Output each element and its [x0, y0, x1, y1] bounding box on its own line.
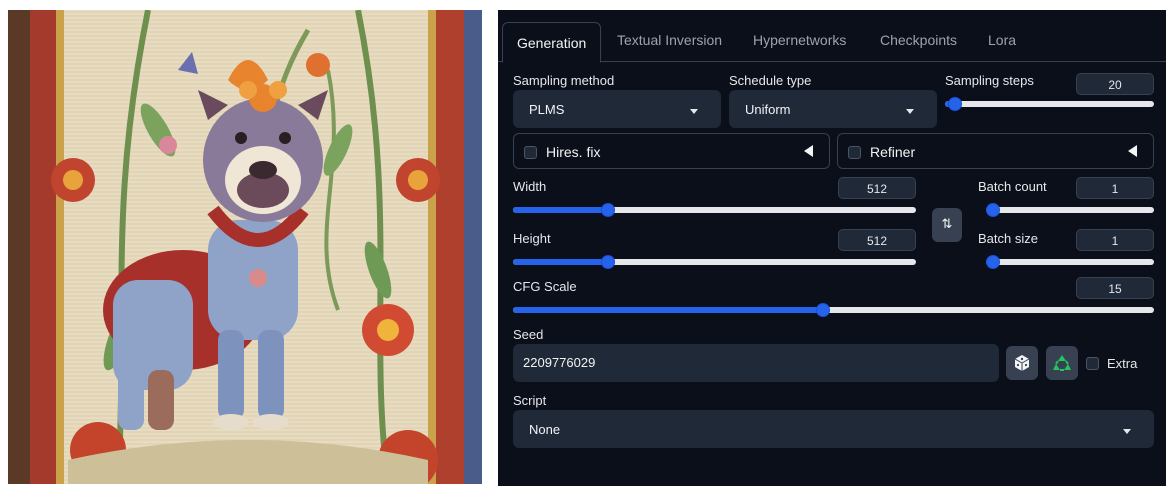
refiner-checkbox[interactable] [848, 146, 861, 159]
slider-fill [513, 207, 608, 213]
width-slider[interactable] [513, 203, 916, 217]
slider-track [945, 101, 1154, 107]
sampling-steps-label: Sampling steps [945, 73, 1034, 88]
cfg-scale-slider[interactable] [513, 303, 1154, 317]
cfg-scale-label: CFG Scale [513, 279, 577, 294]
reuse-seed-button[interactable] [1046, 346, 1078, 380]
collapse-arrow-icon[interactable] [804, 145, 813, 157]
hires-fix-accordion[interactable]: Hires. fix [513, 133, 830, 169]
schedule-type-value: Uniform [745, 102, 791, 117]
collapse-arrow-icon[interactable] [1128, 145, 1137, 157]
chevron-down-icon [690, 109, 698, 114]
tab-textual-inversion[interactable]: Textual Inversion [617, 32, 722, 48]
width-input[interactable]: 512 [838, 177, 916, 199]
height-input[interactable]: 512 [838, 229, 916, 251]
sampling-method-dropdown[interactable]: PLMS [513, 90, 721, 128]
tab-lora[interactable]: Lora [988, 32, 1016, 48]
chevron-down-icon [1123, 429, 1131, 434]
batch-count-label: Batch count [978, 179, 1047, 194]
hires-fix-checkbox[interactable] [524, 146, 537, 159]
extra-checkbox[interactable] [1086, 357, 1099, 370]
recycle-icon [1053, 355, 1071, 371]
tab-generation[interactable]: Generation [502, 22, 602, 63]
dice-icon [1014, 355, 1030, 371]
sampling-steps-slider[interactable] [945, 97, 1154, 111]
slider-fill [513, 307, 823, 313]
slider-fill [513, 259, 608, 265]
tab-hypernetworks[interactable]: Hypernetworks [753, 32, 846, 48]
script-value: None [529, 422, 561, 437]
tab-bar: Generation Textual Inversion Hypernetwor… [498, 10, 1166, 63]
generation-panel: Generation Textual Inversion Hypernetwor… [498, 10, 1166, 486]
swap-dimensions-button[interactable]: ⇅ [932, 208, 962, 242]
sampling-method-label: Sampling method [513, 73, 615, 88]
sampling-method-value: PLMS [529, 102, 565, 117]
tapestry-bulldog-image [8, 10, 482, 484]
hires-fix-label: Hires. fix [546, 144, 601, 160]
batch-count-input[interactable]: 1 [1076, 177, 1154, 199]
height-slider[interactable] [513, 255, 916, 269]
height-label: Height [513, 231, 551, 246]
slider-track [986, 207, 1154, 213]
tab-checkpoints[interactable]: Checkpoints [880, 32, 957, 48]
schedule-type-dropdown[interactable]: Uniform [729, 90, 937, 128]
refiner-accordion[interactable]: Refiner [837, 133, 1154, 169]
slider-track [986, 259, 1154, 265]
random-seed-button[interactable] [1006, 346, 1038, 380]
refiner-label: Refiner [870, 144, 916, 160]
slider-thumb[interactable] [986, 203, 1000, 217]
chevron-down-icon [906, 109, 914, 114]
extra-label: Extra [1107, 356, 1138, 371]
seed-label: Seed [513, 327, 544, 342]
batch-count-slider[interactable] [986, 203, 1154, 217]
script-dropdown[interactable]: None [513, 410, 1154, 448]
script-label: Script [513, 393, 547, 408]
batch-size-slider[interactable] [986, 255, 1154, 269]
width-label: Width [513, 179, 547, 194]
batch-size-label: Batch size [978, 231, 1038, 246]
cfg-scale-input[interactable]: 15 [1076, 277, 1154, 299]
slider-thumb[interactable] [600, 255, 615, 269]
slider-thumb[interactable] [986, 255, 1000, 269]
seed-input[interactable]: 2209776029 [513, 344, 999, 382]
schedule-type-label: Schedule type [729, 73, 812, 88]
slider-thumb[interactable] [948, 97, 963, 111]
slider-thumb[interactable] [815, 303, 830, 317]
generated-image [8, 10, 482, 484]
batch-size-input[interactable]: 1 [1076, 229, 1154, 251]
slider-thumb[interactable] [600, 203, 615, 217]
sampling-steps-input[interactable]: 20 [1076, 73, 1154, 95]
